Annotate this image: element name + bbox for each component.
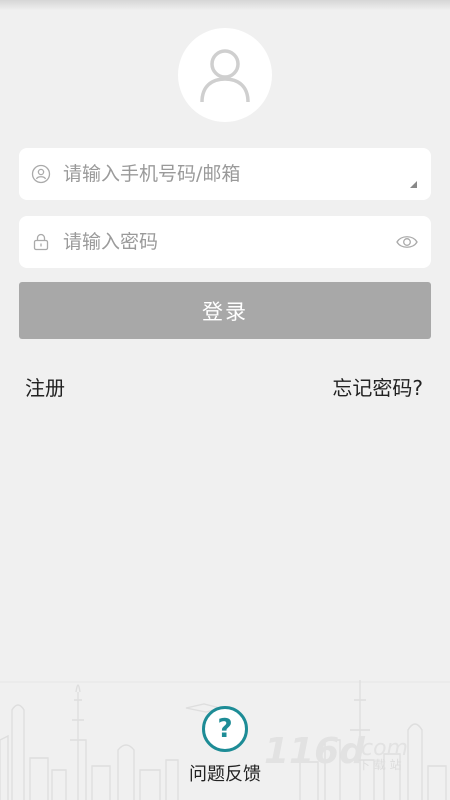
feedback-label: 问题反馈: [189, 764, 261, 785]
user-avatar-icon: [200, 49, 250, 103]
account-input[interactable]: [63, 148, 393, 200]
question-icon: ?: [202, 706, 248, 752]
watermark-brand: 116d: [264, 731, 366, 772]
avatar: [178, 28, 272, 122]
dropdown-icon[interactable]: [410, 181, 417, 188]
forgot-password-link[interactable]: 忘记密码?: [332, 372, 423, 401]
user-outline-icon: [31, 164, 51, 184]
watermark-logo: 116d .com 下 载 站: [264, 731, 408, 772]
feedback-button[interactable]: ? 问题反馈: [180, 706, 270, 800]
status-bar: [0, 0, 450, 10]
watermark-sub: 下 载 站: [358, 758, 402, 772]
register-link[interactable]: 注册: [25, 372, 65, 401]
account-field[interactable]: [19, 148, 431, 200]
eye-icon[interactable]: [395, 232, 419, 252]
login-button[interactable]: 登录: [19, 282, 431, 339]
password-input[interactable]: [63, 216, 393, 268]
password-field[interactable]: [19, 216, 431, 268]
lock-icon: [33, 233, 49, 251]
